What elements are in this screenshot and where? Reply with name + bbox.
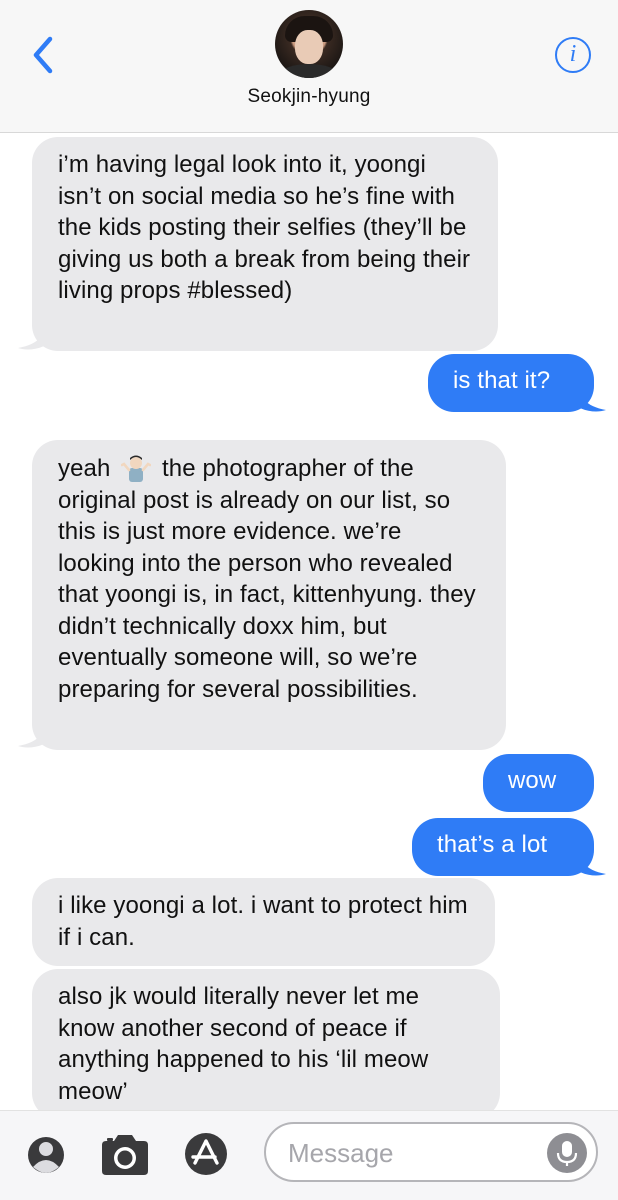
app-store-icon[interactable] [183, 1131, 229, 1177]
message-text: that’s a lot [437, 831, 548, 858]
message-input-field[interactable] [264, 1122, 598, 1182]
message-bubble-outgoing[interactable]: wow [483, 754, 594, 812]
contact-name[interactable]: Seokjin-hyung [0, 86, 618, 108]
conversation-header: Seokjin-hyung i [0, 0, 618, 133]
message-text: i like yoongi a lot. i want to protect h… [58, 892, 468, 951]
message-bubble-outgoing[interactable]: that’s a lot [412, 818, 594, 876]
microphone-icon[interactable] [547, 1133, 587, 1173]
message-bubble-incoming[interactable]: also jk would literally never let me kno… [32, 969, 500, 1119]
message-text: wow [508, 767, 557, 794]
message-text: yeah [58, 455, 111, 482]
message-text: is that it? [453, 367, 551, 394]
message-text: the photographer of the original post is… [58, 455, 476, 703]
person-shrugging-emoji [120, 452, 152, 482]
message-bubble-incoming[interactable]: i like yoongi a lot. i want to protect h… [32, 878, 495, 966]
message-bubble-outgoing[interactable]: is that it? [428, 354, 594, 412]
message-bubble-incoming[interactable]: yeah the photographer of the original po… [32, 440, 506, 750]
contact-icon[interactable] [26, 1129, 66, 1181]
chevron-left-icon[interactable] [28, 34, 62, 76]
avatar-shirt [281, 64, 337, 78]
avatar[interactable] [275, 10, 343, 78]
message-text: i’m having legal look into it, yoongi is… [58, 151, 471, 304]
camera-icon[interactable] [98, 1133, 152, 1177]
message-input[interactable] [288, 1134, 528, 1172]
composer-bar [0, 1110, 618, 1200]
avatar-face [295, 30, 323, 64]
message-text: also jk would literally never let me kno… [58, 983, 429, 1105]
info-icon[interactable]: i [555, 37, 591, 73]
message-bubble-incoming[interactable]: i’m having legal look into it, yoongi is… [32, 137, 498, 351]
